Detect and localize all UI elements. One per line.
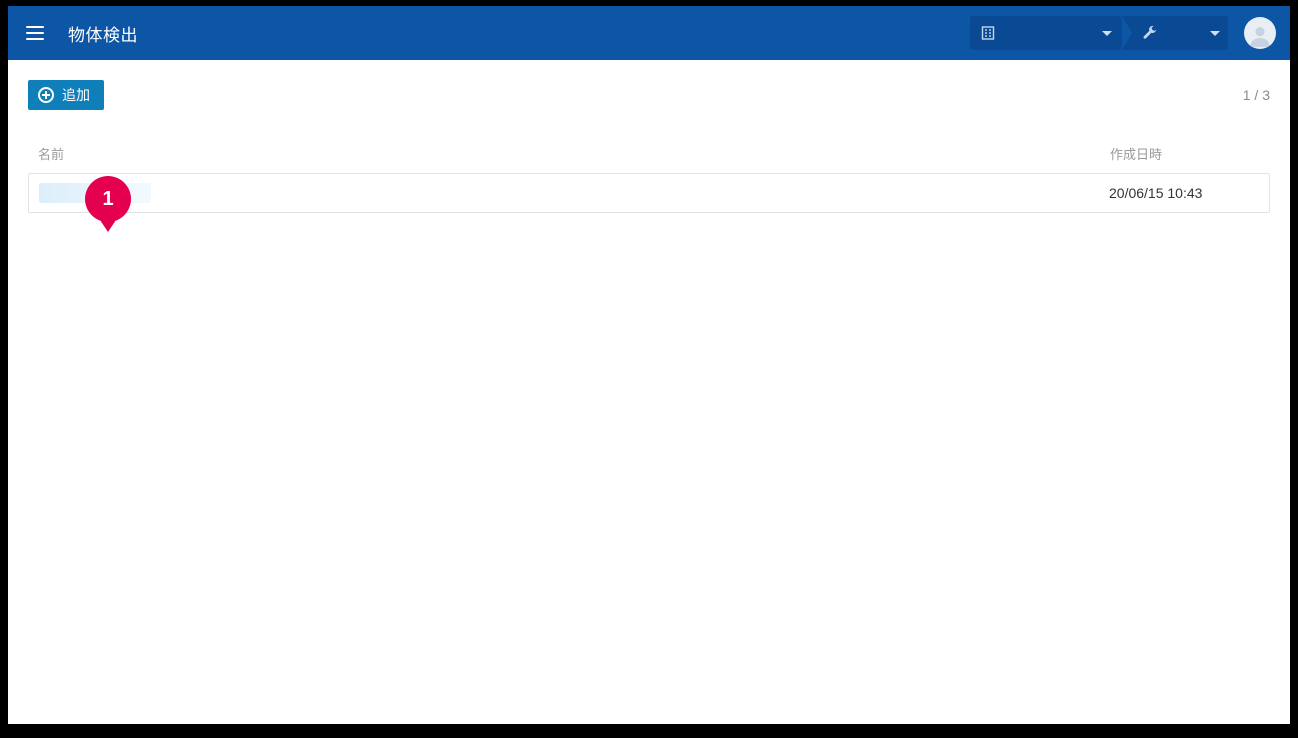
column-header-name: 名前	[38, 144, 1110, 163]
chevron-down-icon	[1102, 31, 1112, 36]
wrench-icon	[1142, 25, 1158, 41]
content-area: 追加 1 / 3 名前 作成日時 20/06/15 10:43 1	[8, 60, 1290, 233]
context-selector-group	[970, 16, 1228, 50]
table-row[interactable]: 20/06/15 10:43	[28, 173, 1270, 213]
page-title: 物体検出	[68, 21, 138, 46]
row-name-cell	[39, 183, 1109, 203]
annotation-pin-1: 1	[85, 176, 131, 222]
avatar[interactable]	[1244, 17, 1276, 49]
project-selector[interactable]	[1132, 16, 1228, 50]
column-header-created: 作成日時	[1110, 144, 1260, 163]
table-header: 名前 作成日時	[28, 134, 1270, 173]
add-button-label: 追加	[62, 85, 90, 105]
row-created-cell: 20/06/15 10:43	[1109, 185, 1259, 201]
app-header: 物体検出	[8, 6, 1290, 60]
building-icon	[980, 25, 996, 41]
plus-circle-icon	[38, 87, 54, 103]
add-button[interactable]: 追加	[28, 80, 104, 110]
menu-icon[interactable]	[26, 21, 50, 45]
chevron-down-icon	[1210, 31, 1220, 36]
pagination-indicator: 1 / 3	[1243, 87, 1270, 103]
items-table: 名前 作成日時 20/06/15 10:43	[28, 134, 1270, 213]
organization-selector[interactable]	[970, 16, 1120, 50]
toolbar: 追加 1 / 3	[28, 80, 1270, 110]
app-frame: 物体検出	[8, 6, 1290, 724]
